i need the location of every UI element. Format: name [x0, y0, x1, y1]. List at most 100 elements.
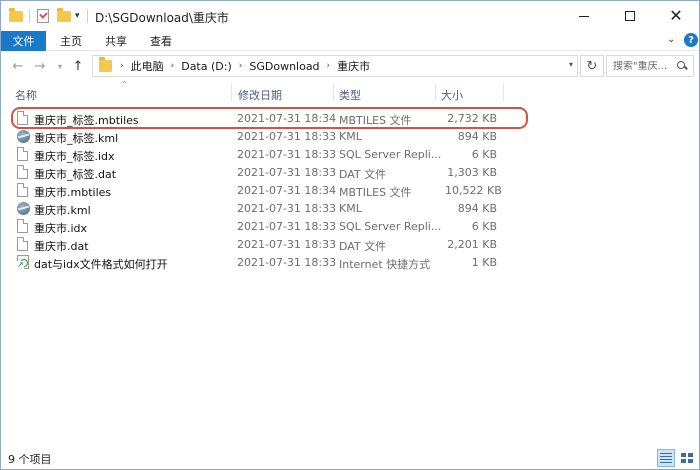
file-size: 894 KB: [457, 202, 497, 215]
large-icons-view-button[interactable]: [678, 449, 696, 467]
file-name: 重庆市_标签.idx: [34, 150, 115, 163]
maximize-icon: [625, 11, 635, 21]
column-header-size[interactable]: 大小: [441, 87, 463, 103]
file-date: 2021-07-31 18:33: [237, 202, 337, 215]
file-explorer-window: ▾ D:\SGDownload\重庆市 ✕ 文件 主页 共享 查看 ⌄ ? ← …: [0, 0, 700, 470]
file-date: 2021-07-31 18:33: [237, 220, 337, 233]
help-button[interactable]: ?: [684, 33, 698, 47]
address-bar[interactable]: › 此电脑 › Data (D:) › SGDownload › 重庆市 ▾: [92, 55, 578, 77]
column-divider[interactable]: [231, 83, 232, 101]
document-icon: [17, 237, 30, 252]
file-type: MBTILES 文件: [339, 186, 412, 199]
file-name: dat与idx文件格式如何打开: [34, 258, 168, 271]
column-divider[interactable]: [503, 83, 504, 101]
refresh-button[interactable]: ↻: [580, 55, 604, 77]
close-icon: ✕: [669, 6, 683, 25]
title-separator: [87, 8, 88, 24]
column-divider[interactable]: [333, 83, 334, 101]
chevron-right-icon[interactable]: ›: [120, 61, 124, 71]
folder-icon: [99, 57, 112, 72]
tab-share[interactable]: 共享: [94, 31, 138, 51]
file-row[interactable]: 重庆市.mbtiles 2021-07-31 18:34 MBTILES 文件 …: [15, 182, 525, 200]
breadcrumb-this-pc[interactable]: 此电脑: [131, 58, 164, 74]
file-type: SQL Server Repli...: [339, 148, 442, 161]
ribbon-tabs: 文件 主页 共享 查看 ⌄ ?: [1, 31, 699, 51]
search-icon[interactable]: [677, 61, 687, 71]
status-bar: 9 个项目: [1, 447, 699, 469]
sort-caret-icon: ⌃: [121, 80, 128, 89]
new-folder-icon[interactable]: [57, 7, 71, 24]
chevron-down-icon[interactable]: ⌄: [667, 34, 675, 45]
search-input[interactable]: [613, 60, 675, 72]
file-date: 2021-07-31 18:33: [237, 148, 337, 161]
file-list: ⌃ 名称 修改日期 类型 大小 重庆市_标签.mbtiles 2021-07-3…: [1, 80, 699, 446]
file-row[interactable]: 重庆市.kml 2021-07-31 18:33 KML 894 KB: [15, 200, 525, 218]
file-name: 重庆市.dat: [34, 240, 89, 253]
column-headers: ⌃ 名称 修改日期 类型 大小: [1, 80, 699, 104]
file-date: 2021-07-31 18:34: [237, 184, 337, 197]
file-size: 6 KB: [471, 220, 497, 233]
file-type: Internet 快捷方式: [339, 258, 431, 271]
file-type: KML: [339, 202, 362, 215]
file-size: 10,522 KB: [445, 184, 502, 197]
column-divider[interactable]: [435, 83, 436, 101]
customize-dropdown-icon[interactable]: ▾: [75, 8, 80, 24]
quick-access-separator: [29, 8, 30, 24]
up-arrow-icon[interactable]: ↑: [69, 57, 87, 75]
file-name: 重庆市.kml: [34, 204, 91, 217]
recent-dropdown-icon[interactable]: ▾: [51, 57, 69, 75]
details-view-icon: [660, 453, 672, 463]
maximize-button[interactable]: [607, 1, 653, 31]
file-size: 894 KB: [457, 130, 497, 143]
folder-icon[interactable]: [9, 7, 23, 24]
kml-globe-icon: [17, 129, 30, 144]
file-row[interactable]: 重庆市.idx 2021-07-31 18:33 SQL Server Repl…: [15, 218, 525, 236]
file-row[interactable]: 重庆市_标签.idx 2021-07-31 18:33 SQL Server R…: [15, 146, 525, 164]
title-bar: ▾ D:\SGDownload\重庆市 ✕: [1, 1, 699, 31]
breadcrumb-data-drive[interactable]: Data (D:): [181, 60, 232, 73]
window-title: D:\SGDownload\重庆市: [95, 11, 229, 25]
back-arrow-icon[interactable]: ←: [9, 57, 27, 75]
file-date: 2021-07-31 18:33: [237, 166, 337, 179]
file-name: 重庆市.mbtiles: [34, 186, 112, 199]
tab-view[interactable]: 查看: [139, 31, 183, 51]
file-row[interactable]: dat与idx文件格式如何打开 2021-07-31 18:33 Interne…: [15, 254, 525, 272]
refresh-icon: ↻: [586, 58, 598, 74]
file-name: 重庆市_标签.kml: [34, 132, 119, 145]
highlight-outline: [11, 107, 528, 129]
file-type: SQL Server Repli...: [339, 220, 442, 233]
minimize-button[interactable]: [561, 1, 607, 31]
chevron-right-icon[interactable]: ›: [327, 61, 331, 71]
tab-file[interactable]: 文件: [1, 31, 46, 51]
file-type: DAT 文件: [339, 168, 387, 181]
column-header-name[interactable]: 名称: [15, 87, 37, 103]
chevron-right-icon[interactable]: ›: [171, 61, 175, 71]
minimize-icon: [579, 15, 589, 17]
column-header-type[interactable]: 类型: [339, 87, 361, 103]
breadcrumb-sgdownload[interactable]: SGDownload: [249, 60, 319, 73]
file-row[interactable]: 重庆市_标签.dat 2021-07-31 18:33 DAT 文件 1,303…: [15, 164, 525, 182]
file-size: 6 KB: [471, 148, 497, 161]
document-icon: [17, 183, 30, 198]
file-date: 2021-07-31 18:33: [237, 256, 337, 269]
chevron-right-icon[interactable]: ›: [239, 61, 243, 71]
column-header-date[interactable]: 修改日期: [238, 87, 282, 103]
search-box[interactable]: [606, 55, 694, 77]
file-row[interactable]: 重庆市.dat 2021-07-31 18:33 DAT 文件 2,201 KB: [15, 236, 525, 254]
file-date: 2021-07-31 18:33: [237, 238, 337, 251]
kml-globe-icon: [17, 201, 30, 216]
tab-home[interactable]: 主页: [49, 31, 93, 51]
breadcrumb-chongqing[interactable]: 重庆市: [337, 58, 370, 74]
file-type: KML: [339, 130, 362, 143]
file-date: 2021-07-31 18:33: [237, 130, 337, 143]
document-icon: [17, 165, 30, 180]
file-row[interactable]: 重庆市_标签.kml 2021-07-31 18:33 KML 894 KB: [15, 128, 525, 146]
address-dropdown-icon[interactable]: ▾: [569, 60, 573, 69]
file-type: DAT 文件: [339, 240, 387, 253]
forward-arrow-icon[interactable]: →: [31, 57, 49, 75]
close-button[interactable]: ✕: [653, 1, 699, 31]
large-icons-view-icon: [681, 453, 693, 463]
file-size: 1 KB: [471, 256, 497, 269]
details-view-button[interactable]: [657, 449, 675, 467]
properties-check-icon[interactable]: [37, 8, 49, 24]
